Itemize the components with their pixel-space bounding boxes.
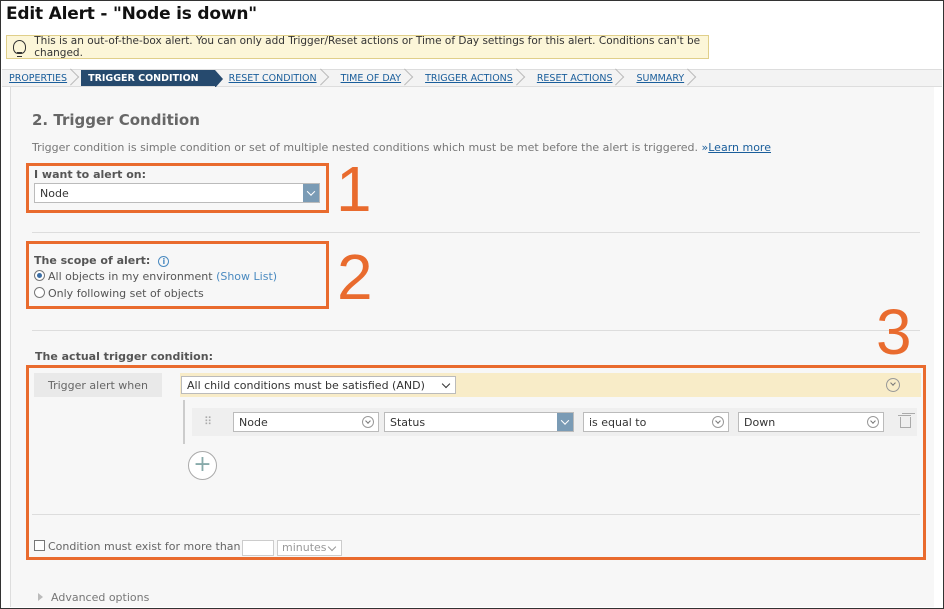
radio-all-objects[interactable]	[34, 270, 45, 281]
lightbulb-icon	[13, 40, 27, 57]
step-trigger-actions[interactable]: TRIGGER ACTIONS	[415, 70, 527, 86]
section-description: Trigger condition is simple condition or…	[32, 141, 771, 154]
chevron-down-icon	[303, 184, 319, 202]
step-reset-actions[interactable]: RESET ACTIONS	[527, 70, 627, 86]
step-properties[interactable]: PROPERTIES	[2, 70, 81, 86]
notice-banner: This is an out-of-the-box alert. You can…	[6, 35, 709, 59]
advanced-options-label: Advanced options	[51, 591, 150, 604]
divider	[32, 330, 920, 331]
scope-following-text: Only following set of objects	[48, 287, 204, 300]
info-icon[interactable]: i	[158, 256, 170, 267]
wizard-steps: PROPERTIES TRIGGER CONDITION RESET CONDI…	[2, 69, 942, 88]
section-heading: 2. Trigger Condition	[32, 111, 200, 129]
scope-label: The scope of alert:	[34, 254, 151, 267]
annotation-number-3: 3	[876, 296, 912, 368]
step-summary[interactable]: SUMMARY	[626, 70, 698, 86]
learn-more-link[interactable]: Learn more	[708, 141, 771, 154]
step-time-of-day[interactable]: TIME OF DAY	[331, 70, 416, 86]
scope-header: The scope of alert: i	[34, 249, 170, 268]
divider	[32, 232, 920, 233]
page-title: Edit Alert - "Node is down"	[6, 4, 257, 24]
alert-on-select[interactable]: Node	[34, 183, 320, 203]
scope-all-text: All objects in my environment	[48, 270, 213, 283]
scope-option-all[interactable]: All objects in my environment (Show List…	[34, 270, 277, 283]
alert-on-value: Node	[40, 186, 69, 200]
notice-text: This is an out-of-the-box alert. You can…	[34, 35, 701, 59]
alert-on-label: I want to alert on:	[34, 168, 147, 181]
annotation-number-1: 1	[336, 153, 372, 225]
step-reset-condition[interactable]: RESET CONDITION	[215, 70, 331, 86]
chevron-right-icon	[38, 593, 43, 601]
annotation-box-3	[26, 365, 926, 560]
show-list-link[interactable]: (Show List)	[216, 270, 277, 283]
step-trigger-condition[interactable]: TRIGGER CONDITION	[81, 70, 223, 88]
advanced-options-toggle[interactable]: Advanced options	[38, 591, 149, 604]
radio-following-objects[interactable]	[34, 287, 45, 298]
annotation-number-2: 2	[337, 241, 373, 313]
trigger-condition-label: The actual trigger condition:	[35, 350, 213, 363]
scope-option-following[interactable]: Only following set of objects	[34, 287, 204, 300]
